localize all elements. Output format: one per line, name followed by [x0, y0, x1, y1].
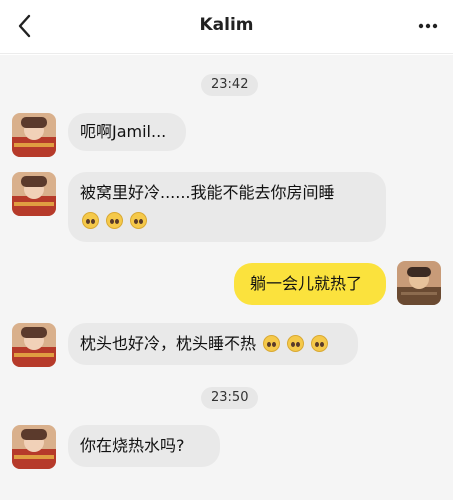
pleading-face-emoji-icon	[287, 335, 305, 352]
avatar-me[interactable]	[397, 261, 441, 305]
incoming-message-bubble[interactable]: 枕头也好冷，枕头睡不热	[68, 323, 358, 365]
message-text: 枕头也好冷，枕头睡不热	[80, 334, 257, 353]
avatar-image	[397, 261, 441, 305]
avatar-kalim[interactable]	[12, 172, 56, 216]
message-text: 被窝里好冷......我能不能去你房间睡	[80, 183, 335, 202]
pleading-face-emoji-icon	[130, 212, 148, 229]
avatar-kalim[interactable]	[12, 425, 56, 469]
pleading-face-emoji-icon	[106, 212, 124, 229]
pleading-face-emoji-icon	[311, 335, 329, 352]
pleading-face-emoji-icon	[263, 335, 281, 352]
timestamp-pill: 23:50	[201, 387, 259, 409]
avatar-image	[12, 425, 56, 469]
emoji-row	[80, 210, 374, 232]
incoming-message-bubble[interactable]: 呃啊Jamil...	[68, 113, 186, 151]
message-text: 你在烧热水吗?	[80, 436, 185, 455]
avatar-image	[12, 113, 56, 157]
message-list[interactable]: 23:42 呃啊Jamil... 被窝里好冷......我能不能去你房间睡 躺一…	[0, 55, 453, 500]
timestamp-pill: 23:42	[201, 74, 259, 96]
pleading-face-emoji-icon	[82, 212, 99, 229]
outgoing-message-bubble[interactable]: 躺一会儿就热了	[234, 263, 386, 305]
incoming-message-bubble[interactable]: 被窝里好冷......我能不能去你房间睡	[68, 172, 386, 242]
avatar-image	[12, 172, 56, 216]
avatar-kalim[interactable]	[12, 113, 56, 157]
message-text: 躺一会儿就热了	[250, 274, 363, 293]
message-text: 呃啊Jamil...	[80, 122, 167, 141]
avatar-kalim[interactable]	[12, 323, 56, 367]
avatar-image	[12, 323, 56, 367]
more-options-icon[interactable]	[417, 16, 439, 36]
chat-header: Kalim	[0, 0, 453, 54]
chat-title: Kalim	[199, 15, 254, 35]
incoming-message-bubble[interactable]: 你在烧热水吗?	[68, 425, 220, 467]
